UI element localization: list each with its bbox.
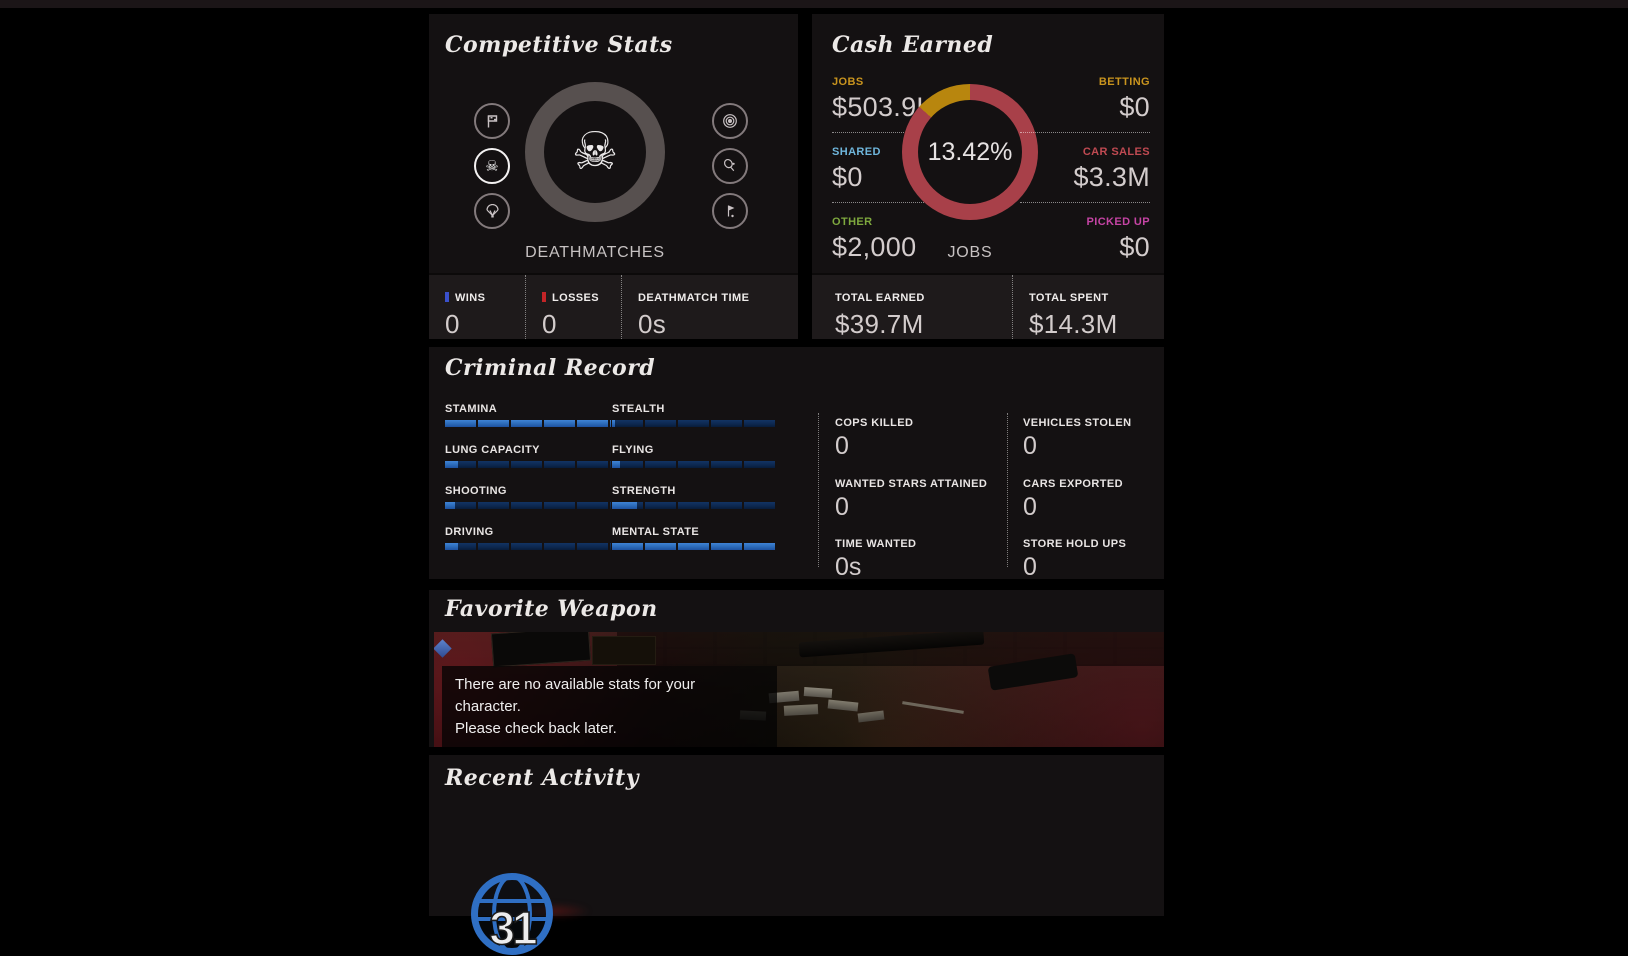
wins-marker (445, 292, 449, 302)
parachuting-icon[interactable] (474, 193, 510, 229)
photo-money-stack (804, 687, 833, 698)
cash-donut-chart: 13.42% (902, 84, 1038, 220)
skill-driving: DRIVING (445, 526, 611, 550)
photo-pistol (988, 653, 1079, 690)
criminal-record-title: Criminal Record (445, 355, 655, 381)
vehicles-stolen-stat: VEHICLES STOLEN 0 (1023, 413, 1163, 461)
photo-briefcase (491, 632, 591, 667)
cash-item-betting: BETTING $0 (1020, 72, 1150, 123)
photo-rifle (799, 632, 985, 657)
strength-bar (612, 502, 777, 509)
rank-badge-number: 31 (489, 902, 537, 954)
races-icon[interactable] (474, 103, 510, 139)
deathmatch-time-value: 0s (638, 309, 798, 340)
skill-shooting: SHOOTING (445, 485, 611, 509)
photo-money-stack (828, 699, 859, 711)
deathmatch-time-stat: DEATHMATCH TIME 0s (621, 275, 798, 339)
selected-category-label: DEATHMATCHES (495, 244, 695, 262)
photo-syringe (902, 701, 964, 714)
shooting-bar (445, 502, 611, 509)
lung-capacity-bar (445, 461, 611, 468)
skill-lung-capacity: LUNG CAPACITY (445, 444, 611, 468)
recent-activity-title: Recent Activity (445, 765, 639, 791)
skill-bars-column-1: STAMINA LUNG CAPACITY SHOOTING DRIVING (445, 403, 611, 567)
weapon-photo: There are no available stats for your ch… (434, 632, 1164, 747)
darts-icon[interactable] (712, 103, 748, 139)
criminal-stats-column-1: COPS KILLED 0 WANTED STARS ATTAINED 0 TI… (835, 413, 1000, 595)
skill-stealth: STEALTH (612, 403, 777, 427)
mental-state-bar (612, 543, 777, 550)
skill-strength: STRENGTH (612, 485, 777, 509)
criminal-record-panel: Criminal Record STAMINA LUNG CAPACITY SH… (429, 347, 1164, 579)
cash-legend-right: BETTING $0 CAR SALES $3.3M PICKED UP $0 (1020, 72, 1150, 263)
recent-activity-panel: Recent Activity 31 (429, 755, 1164, 916)
skill-flying: FLYING (612, 444, 777, 468)
favorite-weapon-title: Favorite Weapon (445, 596, 658, 622)
competitive-category-ring: ☠ (525, 82, 665, 222)
stamina-bar (445, 420, 611, 427)
blue-gem-detail (434, 639, 452, 657)
deathmatches-icon[interactable]: ☠ (474, 148, 510, 184)
total-earned-value: $39.7M (835, 309, 1012, 340)
category-icons-left: ☠ (474, 103, 510, 229)
wins-value: 0 (445, 309, 525, 340)
competitive-stats-panel: Competitive Stats ☠ ☠ DEATHMATCHES (429, 14, 798, 339)
cars-exported-stat: CARS EXPORTED 0 (1023, 474, 1163, 522)
no-stats-message: There are no available stats for your ch… (442, 666, 777, 747)
skill-stamina: STAMINA (445, 403, 611, 427)
photo-money-stack (784, 704, 818, 716)
cops-killed-stat: COPS KILLED 0 (835, 413, 1000, 461)
criminal-stats-column-2: VEHICLES STOLEN 0 CARS EXPORTED 0 STORE … (1023, 413, 1163, 595)
wins-stat: WINS 0 (429, 275, 525, 339)
cash-footer: TOTAL EARNED $39.7M TOTAL SPENT $14.3M (812, 273, 1164, 339)
cash-earned-panel: Cash Earned JOBS $503.9K SHARED $0 OTHER… (812, 14, 1164, 339)
top-bar (0, 0, 1628, 8)
golf-icon[interactable] (712, 193, 748, 229)
deathmatch-ring: ☠ (525, 82, 665, 222)
total-spent-stat: TOTAL SPENT $14.3M (1012, 275, 1164, 339)
losses-marker (542, 292, 546, 302)
criminal-divider-2 (1007, 413, 1008, 567)
photo-box (592, 636, 656, 665)
total-spent-value: $14.3M (1029, 309, 1164, 340)
photo-money-stack (858, 710, 885, 722)
skill-bars-column-2: STEALTH FLYING STRENGTH MENTAL STATE (612, 403, 777, 567)
flying-bar (612, 461, 777, 468)
time-wanted-stat: TIME WANTED 0s (835, 534, 1000, 582)
category-icons-right (712, 103, 748, 229)
driving-bar (445, 543, 611, 550)
tennis-icon[interactable] (712, 148, 748, 184)
rank-badge[interactable]: 31 (470, 872, 554, 956)
social-club-stats-page: { "page": {"background": "#000000", "top… (0, 0, 1628, 916)
total-earned-stat: TOTAL EARNED $39.7M (812, 275, 1012, 339)
skull-crossbones-icon: ☠ (572, 126, 619, 178)
store-hold-ups-stat: STORE HOLD UPS 0 (1023, 534, 1163, 582)
losses-value: 0 (542, 309, 621, 340)
stealth-bar (612, 420, 777, 427)
competitive-stats-title: Competitive Stats (445, 32, 673, 58)
favorite-weapon-panel: Favorite Weapon There are no available s… (429, 590, 1164, 747)
cash-item-car-sales: CAR SALES $3.3M (1020, 142, 1150, 193)
cash-item-picked-up: PICKED UP $0 (1020, 212, 1150, 263)
cash-donut-percent: 13.42% (928, 138, 1013, 167)
losses-stat: LOSSES 0 (525, 275, 621, 339)
skill-mental-state: MENTAL STATE (612, 526, 777, 550)
criminal-divider-1 (818, 413, 819, 567)
cash-earned-title: Cash Earned (832, 32, 993, 58)
cash-donut-label: JOBS (902, 244, 1038, 262)
competitive-footer: WINS 0 LOSSES 0 DEATHMATCH TIME 0s (429, 273, 798, 339)
wanted-stars-stat: WANTED STARS ATTAINED 0 (835, 474, 1000, 522)
